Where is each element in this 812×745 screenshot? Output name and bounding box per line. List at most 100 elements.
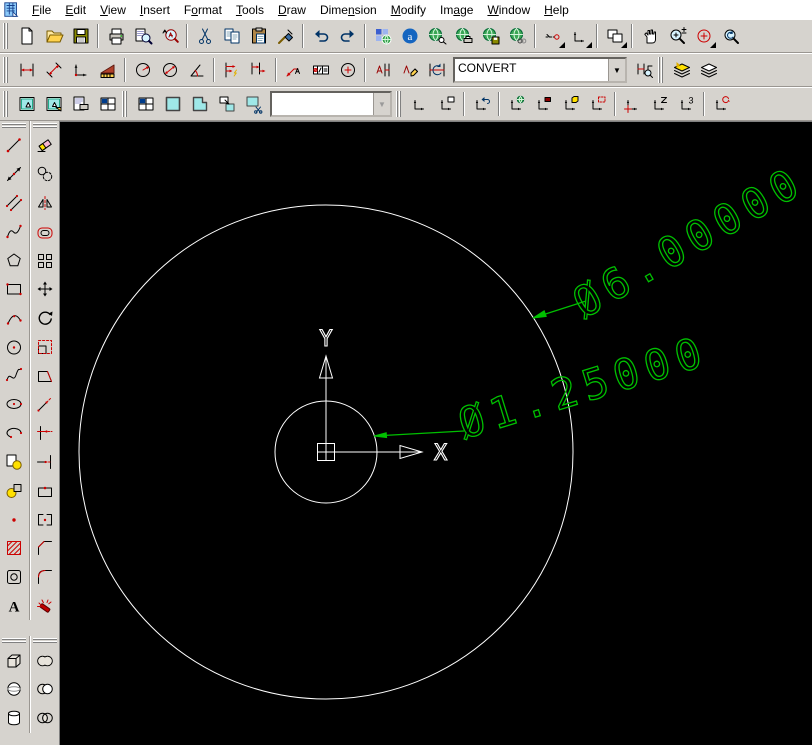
spelling-button[interactable] [157, 23, 183, 49]
dimension-outer[interactable]: Ø6.00000 [532, 155, 812, 328]
display-viewports-button[interactable] [95, 91, 121, 117]
intersect-button[interactable] [32, 705, 58, 731]
new-layout-button[interactable] [14, 91, 40, 117]
toolbar-grip[interactable] [32, 123, 57, 130]
ucs-rotate-x-button[interactable] [709, 91, 735, 117]
pan-realtime-button[interactable] [637, 23, 663, 49]
new-button[interactable] [14, 23, 40, 49]
dim-linear-button[interactable] [14, 57, 40, 83]
rotate-button[interactable] [32, 305, 58, 331]
line-button[interactable] [1, 132, 27, 158]
arc-button[interactable] [1, 305, 27, 331]
dim-tolerance-button[interactable] [308, 57, 334, 83]
menu-dimension[interactable]: Dimension [313, 1, 384, 19]
sphere-button[interactable] [1, 676, 27, 702]
dim-angular-button[interactable] [184, 57, 210, 83]
cut-button[interactable] [192, 23, 218, 49]
dim-baseline-button[interactable] [219, 57, 245, 83]
polygonal-viewport-button[interactable] [187, 91, 213, 117]
menu-file[interactable]: File [25, 1, 58, 19]
ellipse-arc-button[interactable] [1, 420, 27, 446]
ucs-world-button[interactable] [504, 91, 530, 117]
dropdown-arrow-icon[interactable]: ▼ [608, 59, 625, 81]
toolbar-grip[interactable] [2, 638, 27, 646]
menu-edit[interactable]: Edit [58, 1, 93, 19]
menu-insert[interactable]: Insert [133, 1, 177, 19]
ucs-object-button[interactable] [531, 91, 557, 117]
save-button[interactable] [68, 23, 94, 49]
ucs-origin-button[interactable] [620, 91, 646, 117]
dim-ordinate-button[interactable] [68, 57, 94, 83]
break-at-point-button[interactable] [32, 507, 58, 533]
ucs-button[interactable] [407, 91, 433, 117]
toolbar-grip[interactable] [3, 57, 10, 83]
ucs-dialog-button[interactable] [434, 91, 460, 117]
insert-hyperlink-button[interactable] [505, 23, 531, 49]
ucs-3point-button[interactable]: 3 [674, 91, 700, 117]
multiline-button[interactable] [1, 190, 27, 216]
dim-continue-button[interactable] [246, 57, 272, 83]
print-preview-button[interactable] [130, 23, 156, 49]
ucs-zaxis-button[interactable] [647, 91, 673, 117]
eplot-web-button[interactable] [451, 23, 477, 49]
single-viewport-button[interactable] [160, 91, 186, 117]
zoom-realtime-button[interactable] [664, 23, 690, 49]
break-button[interactable] [32, 478, 58, 504]
box-button[interactable] [1, 648, 27, 674]
scale-button[interactable] [32, 334, 58, 360]
quick-dimension-button[interactable] [95, 57, 121, 83]
ucs-face-button[interactable] [558, 91, 584, 117]
polyline-button[interactable] [1, 219, 27, 245]
fillet-button[interactable] [32, 564, 58, 590]
paste-button[interactable] [246, 23, 272, 49]
lengthen-button[interactable] [32, 391, 58, 417]
offset-button[interactable] [32, 219, 58, 245]
named-views-button[interactable] [602, 23, 628, 49]
ucs-view-button[interactable] [585, 91, 611, 117]
cylinder-button[interactable] [1, 705, 27, 731]
dim-style-combo[interactable]: CONVERT ▼ [453, 57, 627, 83]
array-button[interactable] [32, 248, 58, 274]
dim-aligned-button[interactable] [41, 57, 67, 83]
extend-button[interactable] [32, 449, 58, 475]
mirror-button[interactable] [32, 190, 58, 216]
menu-format[interactable]: Format [177, 1, 229, 19]
viewports-dialog-button[interactable] [133, 91, 159, 117]
ucs-point-button[interactable] [567, 23, 593, 49]
tracking-button[interactable] [540, 23, 566, 49]
outer-diameter-text[interactable]: Ø6.00000 [564, 155, 812, 328]
ellipse-button[interactable] [1, 391, 27, 417]
make-block-button[interactable] [1, 478, 27, 504]
toolbar-grip[interactable] [2, 123, 27, 130]
quick-leader-button[interactable] [281, 57, 307, 83]
trim-button[interactable] [32, 420, 58, 446]
menu-view[interactable]: View [93, 1, 133, 19]
dim-text-edit-button[interactable] [397, 57, 423, 83]
construction-line-button[interactable] [1, 161, 27, 187]
erase-button[interactable] [32, 132, 58, 158]
autodesk-point-a-button[interactable]: a [397, 23, 423, 49]
zoom-previous-button[interactable] [718, 23, 744, 49]
page-setup-button[interactable] [68, 91, 94, 117]
convert-to-viewport-button[interactable] [214, 91, 240, 117]
hatch-button[interactable] [1, 535, 27, 561]
union-button[interactable] [32, 648, 58, 674]
dim-radius-button[interactable] [130, 57, 156, 83]
explode-button[interactable] [32, 593, 58, 619]
dim-center-mark-button[interactable] [335, 57, 361, 83]
match-properties-button[interactable] [273, 23, 299, 49]
layout-from-template-button[interactable] [41, 91, 67, 117]
point-button[interactable] [1, 507, 27, 533]
drawing-canvas[interactable]: Y X Ø6.00000 Ø1.25000 [60, 122, 812, 745]
inner-diameter-text[interactable]: Ø1.25000 [452, 326, 715, 450]
viewport-scale-combo[interactable]: ▼ [270, 91, 392, 117]
region-button[interactable] [1, 564, 27, 590]
stretch-button[interactable] [32, 363, 58, 389]
zoom-window-button[interactable] [691, 23, 717, 49]
browse-web-button[interactable] [424, 23, 450, 49]
circle-button[interactable] [1, 334, 27, 360]
menu-tools[interactable]: Tools [229, 1, 271, 19]
clip-viewport-button[interactable] [241, 91, 267, 117]
menu-draw[interactable]: Draw [271, 1, 313, 19]
copy-object-button[interactable] [32, 161, 58, 187]
